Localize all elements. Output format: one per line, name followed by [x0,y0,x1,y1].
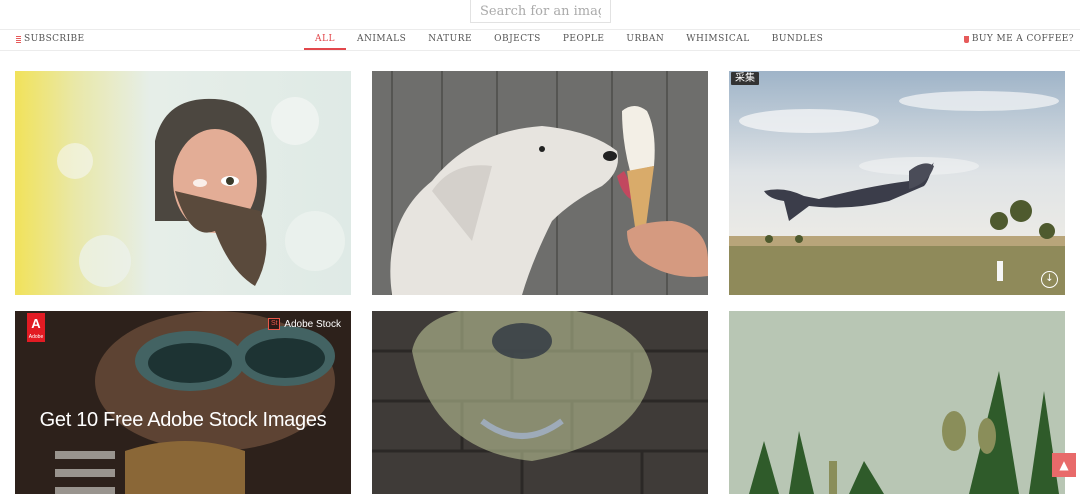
tab-people[interactable]: PEOPLE [552,30,616,50]
photo-chalk-on-bricks [372,311,708,494]
gallery-image-bubble-wrap-portrait[interactable] [15,71,351,295]
tab-whimsical[interactable]: WHIMSICAL [675,30,760,50]
photo-dog-ice-cream [372,71,708,295]
gallery-image-chalk-bricks[interactable] [372,311,708,494]
tab-urban[interactable]: URBAN [615,30,675,50]
tab-objects[interactable]: OBJECTS [483,30,552,50]
photo-child-ice-cream [15,311,351,494]
search-box[interactable] [470,0,611,23]
buy-coffee-link[interactable]: BUY ME A COFFEE? [963,34,1074,44]
collect-badge[interactable]: 采集 [731,72,759,85]
adobe-stock-label: St Adobe Stock [268,318,341,330]
gallery-image-dog-ice-cream[interactable] [372,71,708,295]
tab-animals[interactable]: ANIMALS [346,30,417,50]
photo-flying-whale [729,71,1065,295]
gallery-image-flying-whale[interactable]: 采集 ↓ [729,71,1065,295]
chevron-up-icon[interactable]: ▲ [1052,453,1076,477]
coffee-label: BUY ME A COFFEE? [971,34,1074,44]
ad-headline: Get 10 Free Adobe Stock Images [39,409,327,431]
coffee-cup-icon [963,35,969,43]
tab-all[interactable]: ALL [304,30,346,50]
top-nav: SUBSCRIBE ALL ANIMALS NATURE OBJECTS PEO… [0,29,1080,51]
list-icon [16,35,21,43]
subscribe-label: SUBSCRIBE [24,34,85,44]
category-tabs: ALL ANIMALS NATURE OBJECTS PEOPLE URBAN … [304,30,834,50]
gallery-image-cactus-garden[interactable] [729,311,1065,494]
tab-nature[interactable]: NATURE [417,30,483,50]
photo-cactus-garden [729,311,1065,494]
photo-bubble-wrap-portrait [15,71,351,295]
download-circle-icon[interactable]: ↓ [1041,271,1058,288]
search-input[interactable] [471,0,610,23]
subscribe-link[interactable]: SUBSCRIBE [16,34,85,44]
adobe-logo-icon: A Adobe [27,313,45,342]
adobe-stock-ad[interactable]: A Adobe St Adobe Stock Get 10 Free Adobe S… [15,311,351,494]
tab-bundles[interactable]: BUNDLES [761,30,835,50]
